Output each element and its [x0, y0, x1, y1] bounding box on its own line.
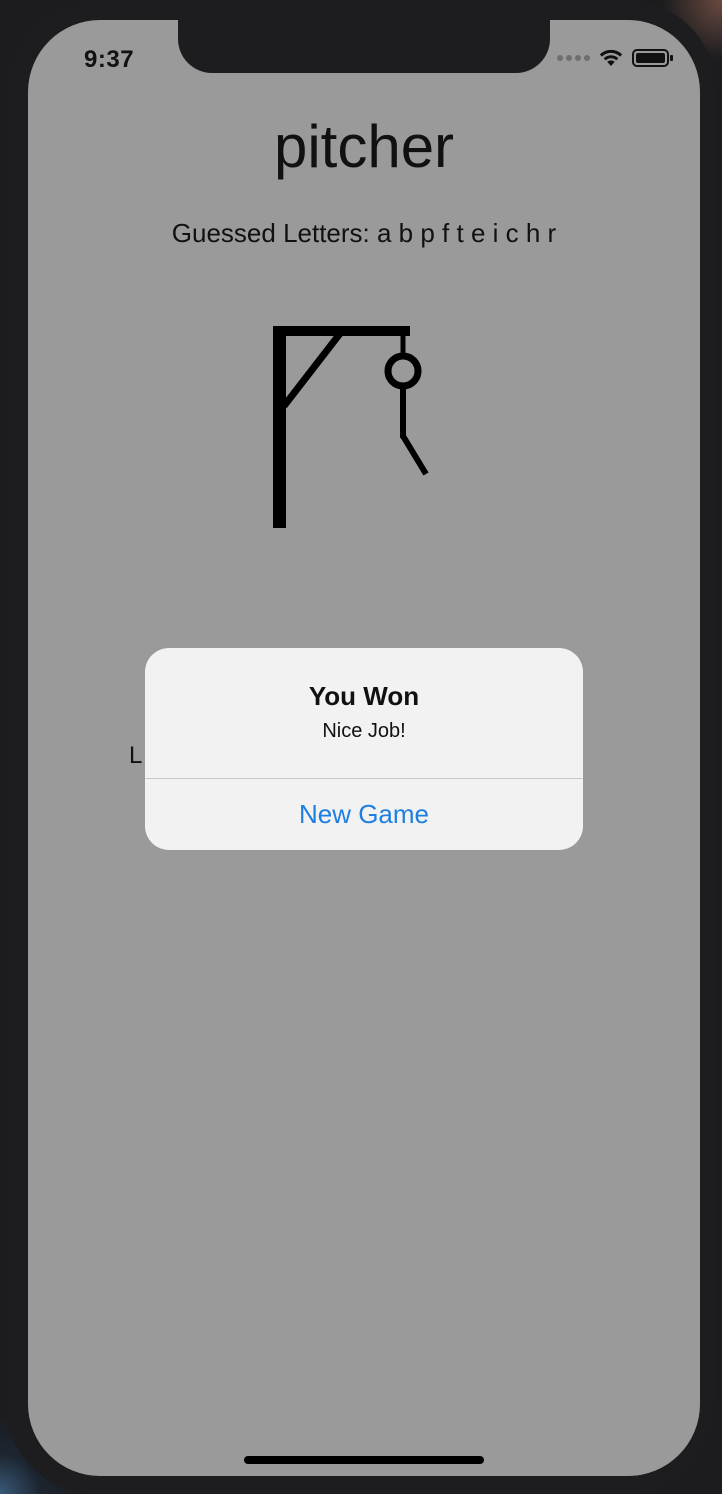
- phone-screen: 9:37 pitcher Guessed Letters: a b p f t …: [28, 20, 700, 1476]
- wifi-icon: [599, 49, 623, 66]
- alert-title: You Won: [308, 681, 420, 711]
- status-time: 9:37: [84, 46, 135, 73]
- hangman-drawing: [273, 326, 429, 528]
- guessed-letters-label: Guessed Letters: a b p f t e i c h r: [171, 218, 557, 248]
- alert-message: Nice Job!: [322, 720, 406, 742]
- device-frame: 9:37 pitcher Guessed Letters: a b p f t …: [0, 0, 722, 1494]
- status-icons: [557, 48, 674, 68]
- obscured-label: L: [129, 742, 143, 769]
- screen-notch: [178, 20, 550, 73]
- gallows-brace: [281, 328, 345, 409]
- word-title: pitcher: [273, 113, 455, 180]
- win-alert-dialog: You Won Nice Job! New Game: [145, 648, 583, 850]
- cellular-signal-icon: [557, 55, 590, 61]
- hangman-head: [384, 352, 422, 390]
- home-indicator[interactable]: [244, 1456, 484, 1464]
- new-game-button[interactable]: New Game: [145, 779, 583, 850]
- battery-icon: [632, 49, 673, 67]
- hangman-leg: [400, 434, 429, 476]
